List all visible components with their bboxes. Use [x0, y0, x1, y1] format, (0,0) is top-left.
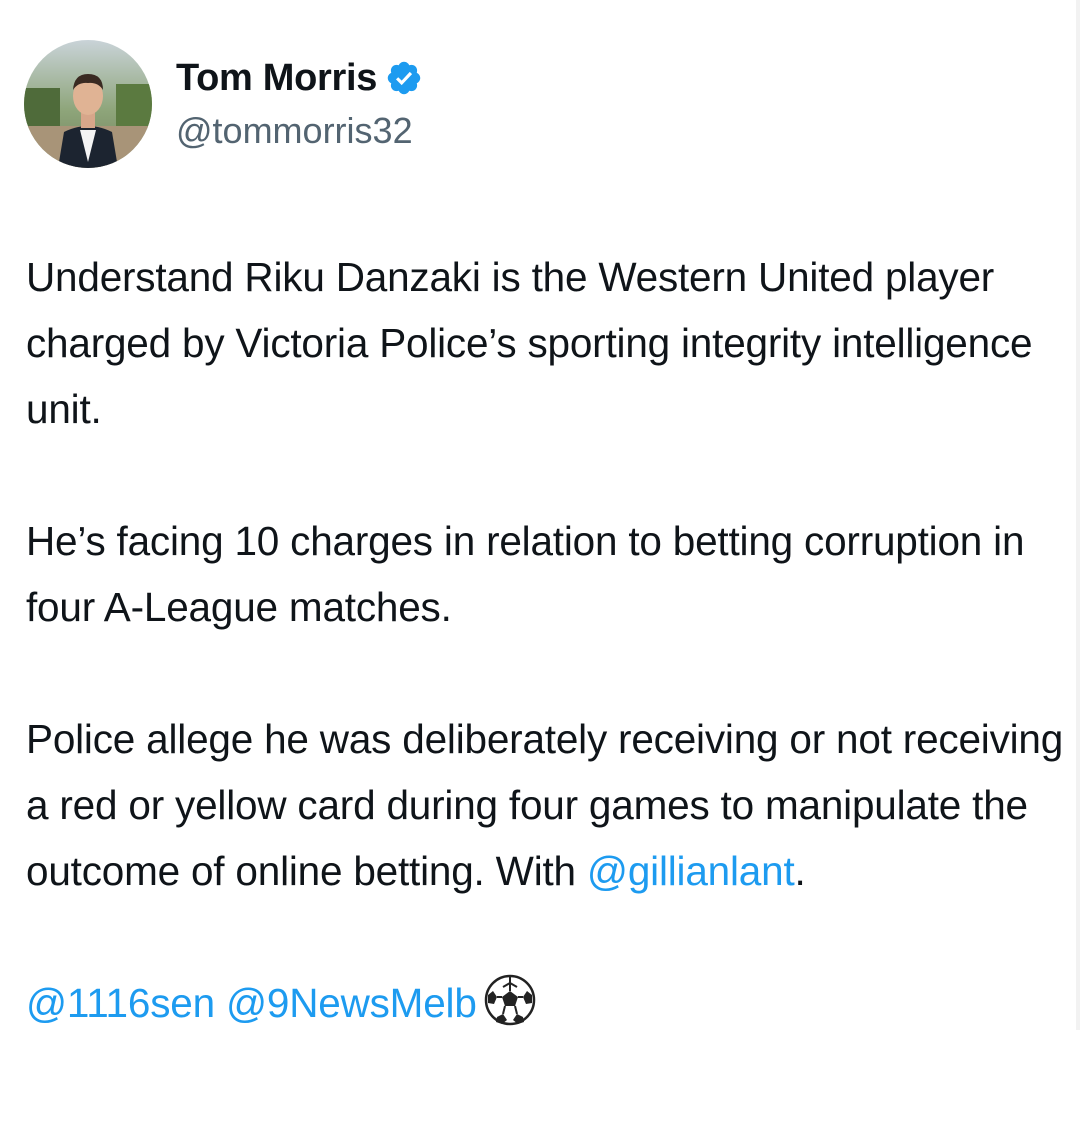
- mention-9newsmelb[interactable]: @9NewsMelb: [226, 980, 477, 1026]
- author-block: Tom Morris @tommorris32: [176, 54, 423, 156]
- tweet-mentions-line: @1116sen @9NewsMelb: [26, 970, 1071, 1036]
- avatar[interactable]: [24, 40, 152, 168]
- tweet-text: Understand Riku Danzaki is the Western U…: [26, 244, 1071, 1036]
- name-row: Tom Morris: [176, 54, 423, 102]
- author-handle[interactable]: @tommorris32: [176, 106, 423, 156]
- tweet-card: Tom Morris @tommorris32 Understand Riku …: [0, 0, 1080, 1136]
- edge-divider: [1076, 0, 1080, 1030]
- tweet-paragraph-2: He’s facing 10 charges in relation to be…: [26, 518, 1025, 630]
- tweet-header: Tom Morris @tommorris32: [24, 40, 423, 168]
- tweet-paragraph-3: Police allege he was deliberately receiv…: [26, 706, 1071, 904]
- soccer-ball-icon: [483, 973, 537, 1027]
- mention-gillianlant[interactable]: @gillianlant: [587, 848, 795, 894]
- mention-1116sen[interactable]: @1116sen: [26, 980, 215, 1026]
- display-name[interactable]: Tom Morris: [176, 54, 377, 102]
- verified-badge-icon: [385, 59, 423, 97]
- tweet-paragraph-1: Understand Riku Danzaki is the Western U…: [26, 254, 1033, 432]
- paragraph-3-end: .: [794, 848, 806, 894]
- paragraph-3-text: Police allege he was deliberately receiv…: [26, 716, 1064, 894]
- avatar-photo: [24, 40, 152, 168]
